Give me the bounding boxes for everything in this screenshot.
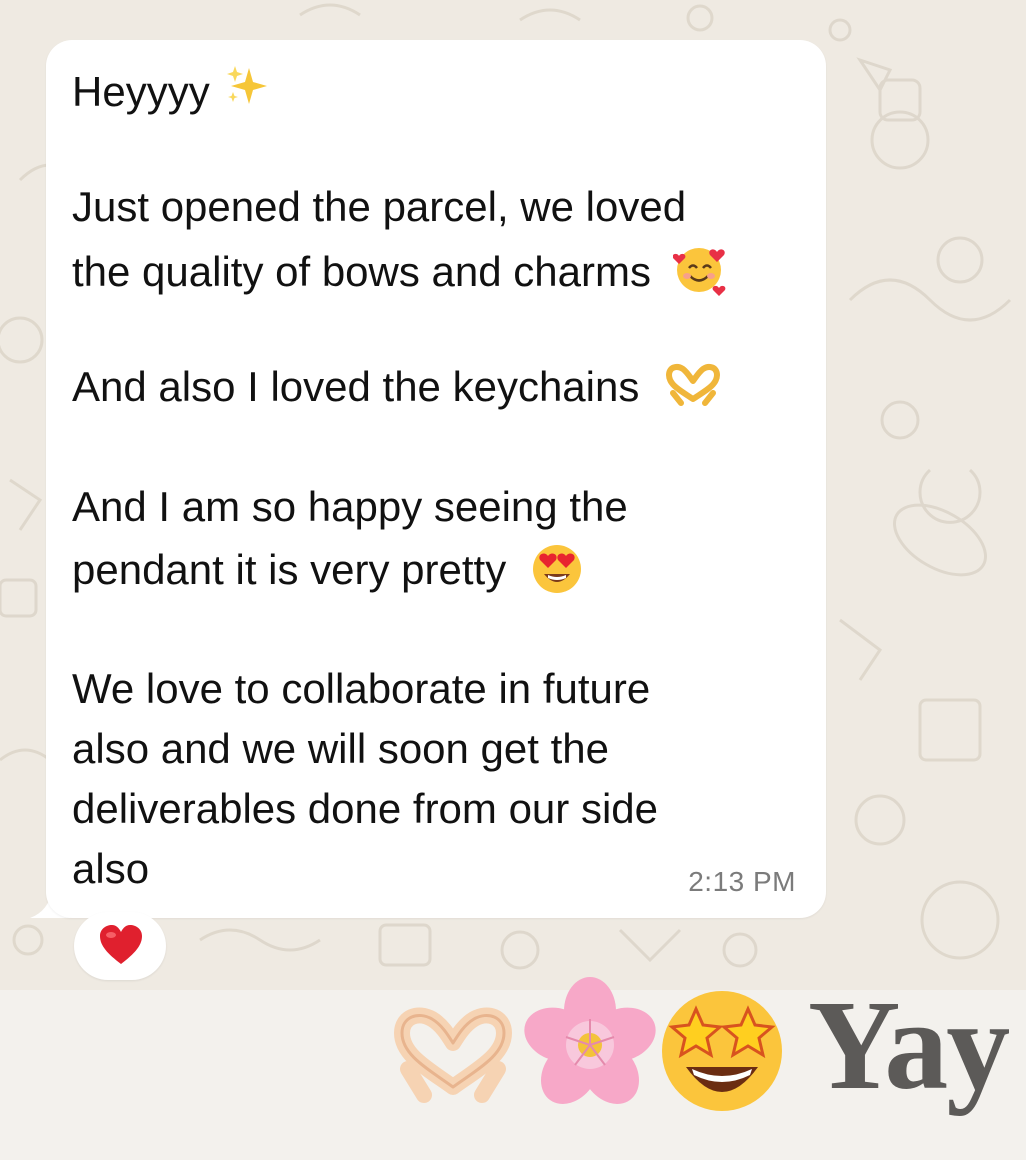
red-heart-icon (100, 925, 142, 964)
heart-eyes-face-icon (532, 545, 581, 593)
message-text: Heyyyy (72, 68, 210, 115)
heart-hands-icon (394, 1007, 512, 1103)
message-bubble[interactable]: Heyyyy Just opened the parcel, we loved … (46, 40, 826, 918)
message-line: And also I loved the keychains (72, 362, 723, 412)
message-text: pendant it is very pretty (72, 546, 507, 593)
message-timestamp: 2:13 PM (688, 866, 796, 897)
cherry-blossom-icon (524, 977, 656, 1104)
message-line: also and we will soon get the (72, 724, 609, 774)
sparkles-icon (227, 66, 268, 104)
yay-text: Yay (808, 974, 1010, 1116)
yay-sticker: Yay (388, 975, 1026, 1135)
message-line: pendant it is very pretty (72, 542, 584, 596)
heart-hands-icon (666, 364, 721, 406)
message-line: And I am so happy seeing the (72, 482, 628, 532)
message-text: We love to collaborate in future (72, 665, 651, 712)
message-line: deliverables done from our side (72, 784, 658, 834)
message-text: deliverables done from our side (72, 785, 658, 832)
reaction-badge[interactable] (74, 912, 166, 980)
message-line: Just opened the parcel, we loved (72, 182, 686, 232)
message-text: And also I loved the keychains (72, 363, 640, 410)
message-text: also (72, 845, 150, 892)
message-text: Just opened the parcel, we loved (72, 183, 687, 230)
message-line-greeting: Heyyyy (72, 62, 273, 117)
smiling-face-with-hearts-icon (672, 248, 726, 296)
message-text: the quality of bows and charms (72, 248, 651, 295)
star-struck-face-icon (662, 991, 782, 1111)
message-line: also (72, 844, 149, 894)
message-line: We love to collaborate in future (72, 664, 650, 714)
message-text: also and we will soon get the (72, 725, 609, 772)
message-line: the quality of bows and charms (72, 242, 729, 298)
message-text: And I am so happy seeing the (72, 483, 628, 530)
